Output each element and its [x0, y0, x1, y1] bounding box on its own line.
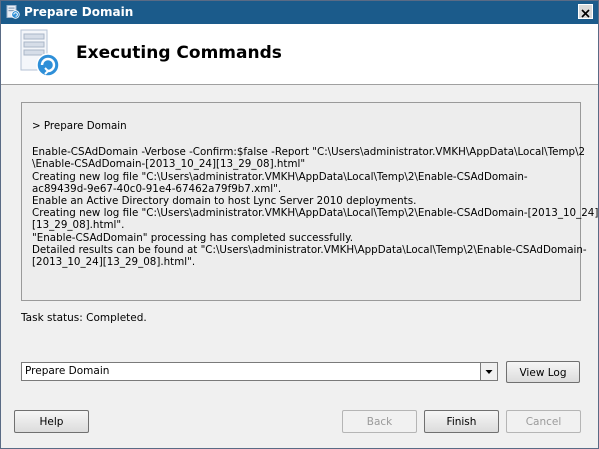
dropdown-arrow[interactable]: [480, 363, 497, 380]
log-line: "Enable-CSAdDomain" processing has compl…: [32, 231, 353, 244]
back-button[interactable]: Back: [342, 410, 417, 433]
log-line: [13_29_08].html".: [32, 219, 125, 232]
cancel-label: Cancel: [525, 416, 562, 428]
finish-label: Finish: [446, 416, 477, 428]
log-select-value: Prepare Domain: [25, 365, 110, 377]
close-button[interactable]: [578, 4, 593, 19]
back-label: Back: [366, 416, 393, 428]
server-refresh-icon: [20, 29, 60, 77]
page-title: Executing Commands: [76, 43, 282, 63]
log-select-dropdown[interactable]: Prepare Domain: [21, 362, 498, 381]
log-line: Enable-CSAdDomain -Verbose -Confirm:$fal…: [32, 146, 586, 159]
task-status: Task status: Completed.: [21, 312, 147, 324]
view-log-button[interactable]: View Log: [506, 361, 580, 383]
close-icon: [581, 9, 590, 18]
help-button[interactable]: Help: [14, 410, 89, 433]
log-line: \Enable-CSAdDomain-[2013_10_24][13_29_08…: [32, 158, 306, 171]
window-title: Prepare Domain: [24, 5, 134, 19]
view-log-label: View Log: [519, 367, 567, 379]
chevron-down-icon: [485, 370, 493, 374]
help-label: Help: [39, 416, 64, 428]
cancel-button[interactable]: Cancel: [506, 410, 581, 433]
app-icon: [6, 5, 20, 19]
title-bar[interactable]: Prepare Domain: [1, 1, 598, 24]
wizard-header: Executing Commands: [1, 24, 598, 85]
log-prompt: > Prepare Domain: [32, 120, 127, 132]
dialog-window: Prepare Domain Executing Commands > Prep…: [0, 0, 599, 449]
log-line: Creating new log file "C:\Users\administ…: [32, 170, 528, 183]
log-line: Detailed results can be found at "C:\Use…: [32, 243, 587, 256]
log-line: Creating new log file "C:\Users\administ…: [32, 207, 599, 220]
log-line: [2013_10_24][13_29_08].html".: [32, 256, 196, 269]
finish-button[interactable]: Finish: [424, 410, 499, 433]
command-log-output: > Prepare Domain Enable-CSAdDomain -Verb…: [21, 102, 599, 301]
log-line: Enable an Active Directory domain to hos…: [32, 195, 417, 208]
log-line: ac89439d-9e67-40c0-91e4-67462a79f9b7.xml…: [32, 182, 282, 195]
